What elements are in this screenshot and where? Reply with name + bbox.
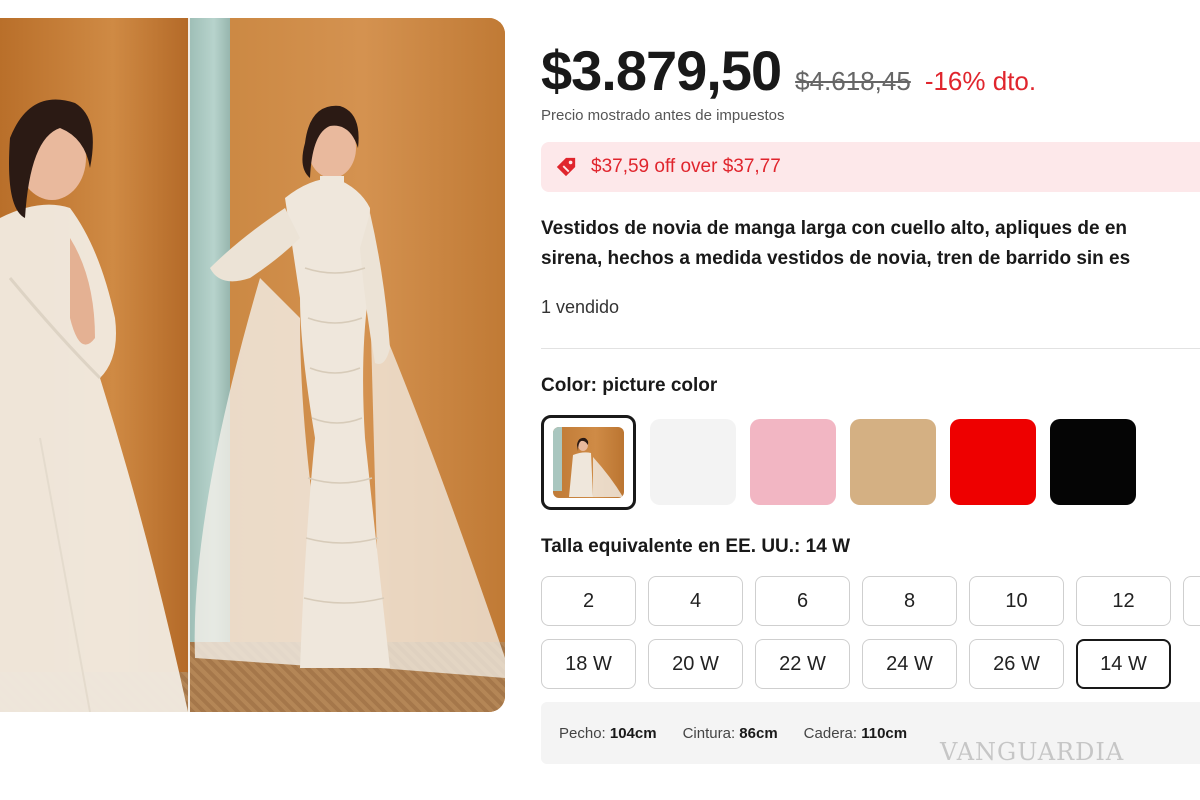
size-selected-value: 14 W <box>805 536 851 557</box>
measure-chest: Pecho: 104cm <box>559 725 657 742</box>
color-swatch-white[interactable] <box>650 419 736 505</box>
size-option[interactable]: 24 W <box>862 639 957 689</box>
size-option[interactable]: 10 <box>969 576 1064 626</box>
price-tag-icon <box>556 157 576 177</box>
color-swatch-red[interactable] <box>950 419 1036 505</box>
original-price: $4.618,45 <box>795 66 911 96</box>
divider <box>541 348 1200 349</box>
swatch-thumbnail <box>553 427 624 498</box>
color-swatch-champagne[interactable] <box>850 419 936 505</box>
color-swatches <box>541 415 1136 510</box>
measure-hip: Cadera: 110cm <box>804 725 907 742</box>
discount-badge: -16% dto. <box>924 66 1037 96</box>
product-title-line-1: Vestidos de novia de manga larga con cue… <box>541 218 1127 239</box>
product-image[interactable] <box>0 18 505 712</box>
size-row-1: 2 4 6 8 10 12 <box>541 576 1200 626</box>
hip-value: 110cm <box>861 724 908 742</box>
chest-value: 104cm <box>609 724 657 742</box>
price-row: $3.879,50 $4.618,45 -16% dto. <box>541 38 1036 103</box>
color-swatch-black[interactable] <box>1050 419 1136 505</box>
product-photo-back <box>0 18 188 712</box>
waist-label: Cintura: <box>682 724 736 742</box>
size-option[interactable]: 22 W <box>755 639 850 689</box>
color-swatch-pink[interactable] <box>750 419 836 505</box>
color-label-text: Color: <box>541 375 597 396</box>
promo-banner[interactable]: $37,59 off over $37,77 <box>541 142 1200 192</box>
waist-value: 86cm <box>739 724 778 742</box>
color-selected-value: picture color <box>602 375 718 396</box>
tax-note: Precio mostrado antes de impuestos <box>541 107 785 124</box>
size-option[interactable]: 6 <box>755 576 850 626</box>
product-title-line-2: sirena, hechos a medida vestidos de novi… <box>541 248 1131 269</box>
watermark: VANGUARDIA <box>940 738 1125 766</box>
chest-label: Pecho: <box>559 724 606 742</box>
hip-label: Cadera: <box>803 724 858 742</box>
current-price: $3.879,50 <box>541 39 782 102</box>
size-label-text: Talla equivalente en EE. UU.: <box>541 536 801 557</box>
size-option[interactable]: 26 W <box>969 639 1064 689</box>
size-option-partial[interactable] <box>1183 576 1200 626</box>
size-option[interactable]: 20 W <box>648 639 743 689</box>
product-photo-front <box>190 18 505 712</box>
measure-waist: Cintura: 86cm <box>683 725 778 742</box>
size-option[interactable]: 18 W <box>541 639 636 689</box>
size-option[interactable]: 2 <box>541 576 636 626</box>
color-label: Color: picture color <box>541 375 717 397</box>
size-option[interactable]: 4 <box>648 576 743 626</box>
size-label: Talla equivalente en EE. UU.: 14 W <box>541 536 850 558</box>
size-option-selected[interactable]: 14 W <box>1076 639 1171 689</box>
size-row-2: 18 W 20 W 22 W 24 W 26 W 14 W <box>541 639 1171 689</box>
promo-text: $37,59 off over $37,77 <box>591 156 781 177</box>
color-swatch-picture[interactable] <box>541 415 636 510</box>
size-option[interactable]: 8 <box>862 576 957 626</box>
product-title: Vestidos de novia de manga larga con cue… <box>541 214 1200 274</box>
sold-count: 1 vendido <box>541 297 620 317</box>
size-option[interactable]: 12 <box>1076 576 1171 626</box>
